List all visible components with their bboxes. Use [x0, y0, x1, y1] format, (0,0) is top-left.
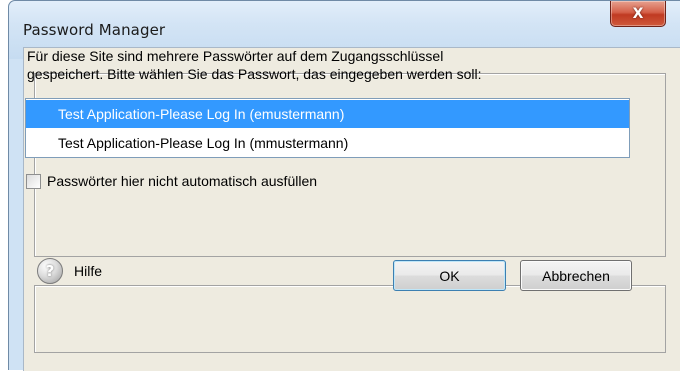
cancel-button[interactable]: Abbrechen — [520, 260, 632, 291]
ok-button[interactable]: OK — [393, 260, 506, 291]
instruction-line-1: Für diese Site sind mehrere Passwörter a… — [27, 48, 444, 64]
instruction-line-2: gespeichert. Bitte wählen Sie das Passwo… — [27, 66, 482, 82]
password-list-item-mmustermann[interactable]: Test Application-Please Log In (mmusterm… — [26, 129, 629, 157]
help-icon[interactable]: ? — [37, 258, 63, 284]
window-title: Password Manager — [23, 21, 166, 39]
instruction-text: Für diese Site sind mehrere Passwörter a… — [27, 47, 637, 83]
no-autofill-option[interactable]: Passwörter hier nicht automatisch ausfül… — [26, 172, 317, 190]
no-autofill-checkbox[interactable] — [26, 173, 41, 189]
help-link[interactable]: Hilfe — [74, 263, 102, 279]
password-list[interactable]: Test Application-Please Log In (emusterm… — [25, 98, 630, 158]
close-button[interactable]: X — [610, 1, 666, 27]
no-autofill-label[interactable]: Passwörter hier nicht automatisch ausfül… — [47, 173, 317, 189]
password-list-item-emustermann[interactable]: Test Application-Please Log In (emusterm… — [26, 100, 629, 128]
close-icon: X — [632, 5, 644, 22]
button-group — [34, 285, 666, 353]
dialog-body — [23, 47, 680, 371]
